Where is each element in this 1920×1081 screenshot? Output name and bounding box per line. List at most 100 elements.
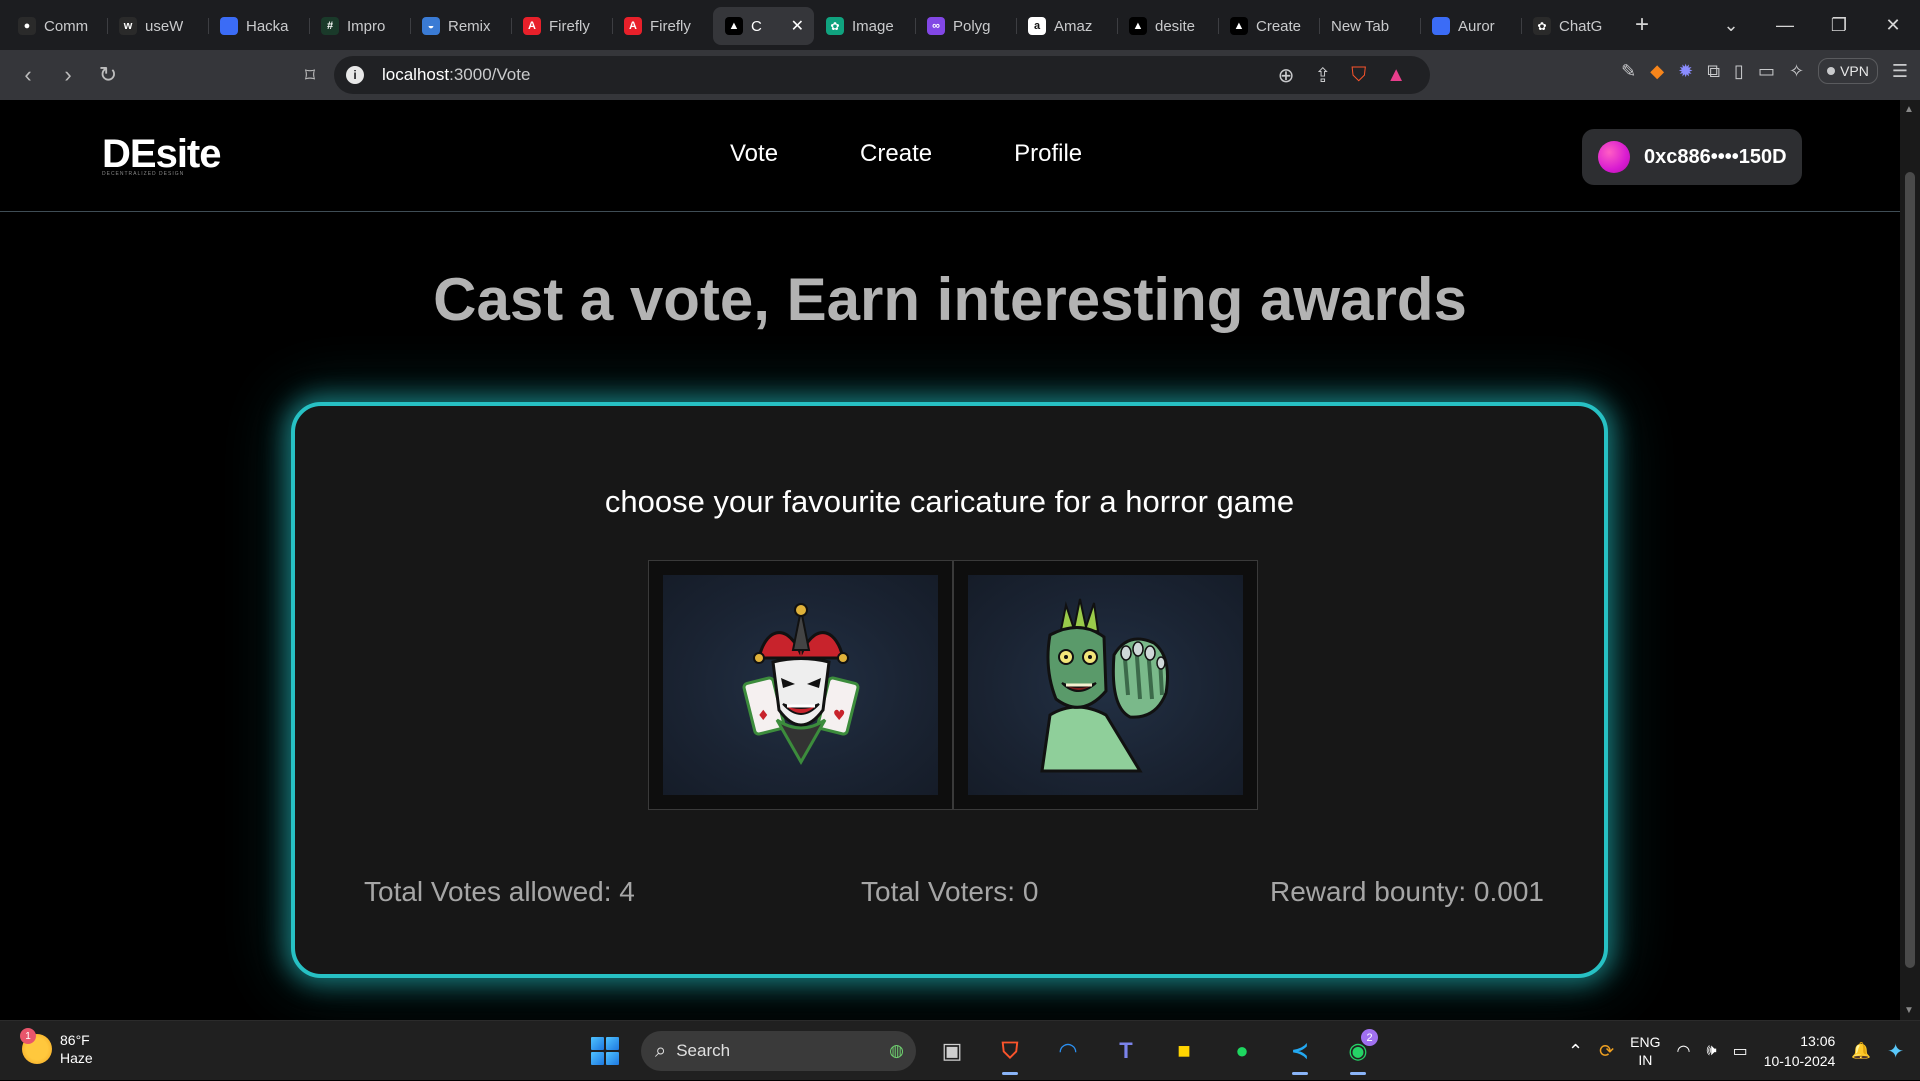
page-scrollbar[interactable]: ▲ ▼ — [1900, 100, 1920, 1020]
restore-button[interactable]: ❐ — [1812, 0, 1866, 50]
teams-icon[interactable]: T — [1104, 1029, 1148, 1073]
taskbar-search[interactable]: ⌕ Search ◍ — [641, 1031, 916, 1071]
browser-tab-strip: ● Comm w useW Hacka # Impro ◒ Remix A Firefly A Fire… — [0, 0, 1920, 50]
nav-profile[interactable]: Profile — [1014, 140, 1082, 168]
browser-tab[interactable]: ● Comm — [6, 7, 107, 45]
browser-tab[interactable]: # Impro — [309, 7, 410, 45]
zoom-icon[interactable]: ⊕ — [1278, 63, 1295, 88]
brave-shields-icon[interactable]: ⛉ — [1351, 64, 1366, 87]
windows-taskbar: 1 86°F Haze ⌕ Search ◍ ▣ ⛉ ◠ T ■ ● ≺ ◉ 2… — [0, 1020, 1920, 1080]
page-headline: Cast a vote, Earn interesting awards — [433, 266, 1467, 333]
tab-favicon-icon: A — [523, 17, 541, 35]
browser-tab[interactable]: ✿ Image — [814, 7, 915, 45]
browser-tab[interactable]: ✿ ChatG — [1521, 7, 1622, 45]
extension-gear-icon[interactable]: ✹ — [1678, 61, 1693, 82]
stat-votes-allowed: Total Votes allowed: 4 — [364, 876, 635, 907]
wallet-avatar — [1598, 141, 1630, 173]
joker-image: ♦ ♥ — [742, 603, 859, 766]
tray-overflow-icon[interactable]: ⌃ — [1568, 1041, 1583, 1062]
browser-tab[interactable]: ▲ desite — [1117, 7, 1218, 45]
lang-bottom: IN — [1638, 1052, 1653, 1068]
start-button[interactable] — [583, 1029, 627, 1073]
pen-icon[interactable]: ✎ — [1621, 61, 1636, 82]
nav-create[interactable]: Create — [860, 140, 932, 168]
notifications-icon[interactable]: 🔔 — [1851, 1041, 1871, 1061]
tab-favicon-icon: ▲ — [725, 17, 743, 35]
url-path: :3000/Vote — [449, 65, 531, 84]
browser-tab[interactable]: ∞ Polyg — [915, 7, 1016, 45]
browser-tab[interactable]: Hacka — [208, 7, 309, 45]
menu-icon[interactable]: ☰ — [1892, 61, 1908, 82]
brave-rewards-icon[interactable]: ▲ — [1386, 64, 1406, 87]
svg-text:♦: ♦ — [757, 708, 770, 724]
option-joker[interactable]: ♦ ♥ — [648, 560, 953, 810]
scrollbar-thumb[interactable] — [1905, 172, 1915, 968]
metamask-icon[interactable]: ◆ — [1650, 61, 1664, 82]
tab-title: C — [751, 17, 762, 35]
vpn-button[interactable]: VPN — [1818, 58, 1878, 84]
zombie-caricature[interactable] — [968, 575, 1243, 795]
system-tray: ⌃ ⟳ ENG IN ◠ 🕪 ▭ 13:06 10-10-2024 🔔 ✦ — [1568, 1021, 1920, 1081]
spotify-icon[interactable]: ● — [1220, 1029, 1264, 1073]
extensions-icon[interactable]: ⧉ — [1707, 61, 1720, 82]
vpn-label: VPN — [1840, 63, 1869, 79]
browser-tab[interactable]: A Firefly — [511, 7, 612, 45]
back-button[interactable]: ‹ — [10, 57, 46, 93]
browser-tab[interactable]: Auror — [1420, 7, 1521, 45]
wifi-app-icon[interactable]: ◠ — [1046, 1029, 1090, 1073]
forward-button[interactable]: › — [50, 57, 86, 93]
search-icon: ⌕ — [655, 1039, 667, 1062]
scroll-down-icon[interactable]: ▼ — [1904, 1005, 1914, 1016]
browser-tab[interactable]: a Amaz — [1016, 7, 1117, 45]
vscode-icon[interactable]: ≺ — [1278, 1029, 1322, 1075]
tab-close-icon[interactable]: ✕ — [791, 16, 804, 36]
tab-favicon-icon — [1432, 17, 1450, 35]
tab-title: Firefly — [549, 17, 590, 35]
browser-tab[interactable]: ▲ Create — [1218, 7, 1319, 45]
wifi-icon[interactable]: ◠ — [1677, 1041, 1691, 1061]
wallet-button[interactable]: 0xc886••••150D — [1582, 129, 1802, 185]
address-bar[interactable]: i localhost:3000/Vote ⊕ ⇪ ⛉ ▲ — [334, 56, 1430, 94]
browser-tab[interactable]: w useW — [107, 7, 208, 45]
browser-tab[interactable]: New Tab — [1319, 7, 1420, 45]
clock[interactable]: 13:06 10-10-2024 — [1764, 1031, 1836, 1071]
battery-icon[interactable]: ▭ — [1733, 1041, 1748, 1061]
browser-tab[interactable]: ▲ C ✕ — [713, 7, 814, 45]
tab-title: ChatG — [1559, 17, 1603, 35]
volume-icon[interactable]: 🕪 — [1706, 1042, 1716, 1060]
zombie-image — [1039, 598, 1169, 773]
brave-browser-icon[interactable]: ⛉ — [988, 1029, 1032, 1075]
browser-tab[interactable]: A Firefly — [612, 7, 713, 45]
site-info-icon[interactable]: i — [346, 66, 364, 84]
tab-favicon-icon: ▲ — [1129, 17, 1147, 35]
sidebar-icon[interactable]: ▯ — [1734, 61, 1744, 82]
site-logo[interactable]: DEsite DECENTRALIZED DESIGN — [102, 132, 221, 177]
minimize-button[interactable]: — — [1758, 0, 1812, 50]
close-window-button[interactable]: ✕ — [1866, 0, 1920, 50]
tab-title: desite — [1155, 17, 1196, 35]
tab-favicon-icon: A — [624, 17, 642, 35]
file-explorer-icon[interactable]: ▣ — [930, 1029, 974, 1073]
option-zombie[interactable] — [953, 560, 1258, 810]
new-tab-button[interactable]: + — [1622, 6, 1662, 44]
joker-caricature[interactable]: ♦ ♥ — [663, 575, 938, 795]
language-indicator[interactable]: ENG IN — [1630, 1033, 1660, 1069]
url-text[interactable]: localhost:3000/Vote — [382, 65, 530, 85]
sync-icon[interactable]: ⟳ — [1599, 1041, 1614, 1062]
tab-search-icon[interactable]: ⌄ — [1704, 0, 1758, 50]
browser-tab[interactable]: ◒ Remix — [410, 7, 511, 45]
share-icon[interactable]: ⇪ — [1314, 63, 1331, 88]
weather-widget[interactable]: 1 86°F Haze — [20, 1028, 93, 1067]
wallet-icon[interactable]: ▭ — [1758, 61, 1775, 82]
url-host: localhost — [382, 65, 450, 84]
leo-ai-icon[interactable]: ✧ — [1789, 61, 1804, 82]
tab-favicon-icon — [220, 17, 238, 35]
nav-vote[interactable]: Vote — [730, 140, 778, 168]
stat-total-voters: Total Voters: 0 — [861, 876, 1039, 907]
copilot-icon[interactable]: ✦ — [1887, 1039, 1904, 1064]
sticky-notes-icon[interactable]: ■ — [1162, 1029, 1206, 1073]
scroll-up-icon[interactable]: ▲ — [1904, 104, 1914, 115]
reload-button[interactable]: ↻ — [90, 57, 126, 93]
whatsapp-icon[interactable]: ◉ 2 — [1336, 1029, 1380, 1075]
bookmark-icon[interactable]: ⌑ — [292, 57, 328, 93]
